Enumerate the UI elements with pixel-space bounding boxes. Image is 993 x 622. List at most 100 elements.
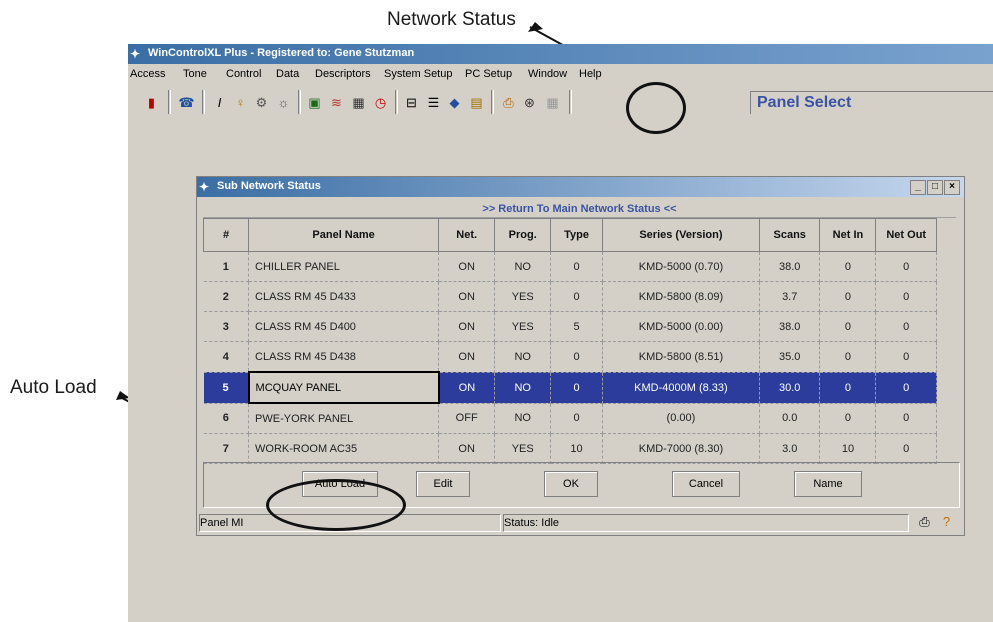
cancel-button[interactable]: Cancel: [672, 471, 740, 497]
menu-window[interactable]: Window: [528, 68, 567, 80]
panel-name: CHILLER PANEL: [248, 251, 440, 282]
table-row-selected[interactable]: 5 MCQUAY PANEL ON NO 0 KMD-4000M (8.33) …: [203, 371, 937, 404]
return-main-network-link[interactable]: >> Return To Main Network Status <<: [203, 201, 956, 218]
menu-control[interactable]: Control: [226, 68, 261, 80]
table-row[interactable]: 7 WORK-ROOM AC35 ON YES 10 KMD-7000 (8.3…: [203, 433, 937, 464]
net-out: 0: [875, 251, 937, 282]
dialog-title: Sub Network Status: [217, 180, 321, 192]
grid-icon[interactable]: ▦: [543, 93, 562, 112]
list-icon[interactable]: ☰: [424, 93, 443, 112]
sun-icon[interactable]: ☼: [274, 93, 293, 112]
net-out: 0: [875, 433, 937, 464]
net-status: ON: [438, 251, 496, 282]
net-in: 0: [819, 372, 877, 404]
col-series[interactable]: Series (Version): [601, 218, 761, 252]
row-number: 3: [203, 311, 250, 342]
auto-load-highlight: [266, 479, 406, 531]
network-status-highlight: [626, 82, 686, 134]
net-out: 0: [875, 341, 937, 373]
menu-system-setup[interactable]: System Setup: [384, 68, 452, 80]
col-type[interactable]: Type: [550, 218, 603, 252]
row-number: 6: [203, 403, 250, 434]
graph-icon[interactable]: ≋: [327, 93, 346, 112]
book-icon[interactable]: ▤: [467, 93, 486, 112]
panel-name: CLASS RM 45 D400: [248, 311, 440, 342]
net-status: ON: [438, 341, 496, 373]
menu-descriptors[interactable]: Descriptors: [315, 68, 371, 80]
table-row[interactable]: 2 CLASS RM 45 D433 ON YES 0 KMD-5800 (8.…: [203, 281, 937, 312]
calendar-icon[interactable]: ▦: [349, 93, 368, 112]
info-icon[interactable]: I: [210, 93, 229, 112]
col-net-out[interactable]: Net Out: [875, 218, 937, 252]
series-version: KMD-5800 (8.51): [602, 341, 761, 373]
net-out: 0: [875, 311, 937, 342]
col-number[interactable]: #: [202, 218, 250, 252]
panel-type: 0: [550, 403, 603, 434]
menu-tone[interactable]: Tone: [183, 68, 207, 80]
tree-icon[interactable]: ⊟: [402, 93, 421, 112]
table-row[interactable]: 4 CLASS RM 45 D438 ON NO 0 KMD-5800 (8.5…: [203, 341, 937, 373]
series-version: KMD-4000M (8.33): [602, 372, 761, 404]
help-icon[interactable]: ?: [937, 512, 956, 531]
row-number: 7: [203, 433, 250, 464]
prog-status: NO: [494, 341, 552, 373]
panel-select[interactable]: Panel Select: [750, 91, 993, 114]
menu-bar: Access Tone Control Data Descriptors Sys…: [128, 64, 993, 84]
tag-icon[interactable]: ◆: [445, 93, 464, 112]
dialog-icon: ✦: [199, 180, 210, 194]
print-icon[interactable]: ⎙: [915, 512, 934, 531]
clock-icon[interactable]: ◷: [371, 93, 390, 112]
col-prog[interactable]: Prog.: [494, 218, 552, 252]
menu-pc-setup[interactable]: PC Setup: [465, 68, 512, 80]
col-panel-name[interactable]: Panel Name: [248, 218, 440, 252]
table-row[interactable]: 1 CHILLER PANEL ON NO 0 KMD-5000 (0.70) …: [203, 251, 937, 282]
net-in: 0: [819, 341, 877, 373]
bulb-icon[interactable]: ♀: [231, 93, 250, 112]
network-status-icon[interactable]: ⊛: [520, 93, 539, 112]
close-button[interactable]: ×: [944, 180, 960, 195]
monitor-icon[interactable]: ▣: [305, 93, 324, 112]
panel-name[interactable]: MCQUAY PANEL: [247, 371, 440, 404]
net-in: 0: [819, 403, 877, 434]
edit-button[interactable]: Edit: [416, 471, 470, 497]
table-row[interactable]: 3 CLASS RM 45 D400 ON YES 5 KMD-5000 (0.…: [203, 311, 937, 342]
maximize-button[interactable]: □: [927, 180, 943, 195]
table-row[interactable]: 6 PWE-YORK PANEL OFF NO 0 (0.00) 0.0 0 0: [203, 403, 937, 434]
app-window: ✦ WinControlXL Plus - Registered to: Gen…: [128, 44, 993, 622]
series-version: (0.00): [602, 403, 761, 434]
col-net[interactable]: Net.: [438, 218, 496, 252]
row-number: 4: [203, 341, 250, 373]
exit-icon[interactable]: ▮: [142, 93, 161, 112]
table-header: # Panel Name Net. Prog. Type Series (Ver…: [202, 218, 937, 252]
panel-type: 5: [550, 311, 603, 342]
net-out: 0: [875, 403, 937, 434]
menu-help[interactable]: Help: [579, 68, 602, 80]
panel-name: CLASS RM 45 D433: [248, 281, 440, 312]
menu-data[interactable]: Data: [276, 68, 299, 80]
gear-icon[interactable]: ⚙: [252, 93, 271, 112]
net-in: 0: [819, 251, 877, 282]
ok-button[interactable]: OK: [544, 471, 598, 497]
net-status: ON: [438, 311, 496, 342]
col-scans[interactable]: Scans: [758, 218, 821, 252]
row-number: 1: [203, 251, 250, 282]
series-version: KMD-5000 (0.70): [602, 251, 761, 282]
panel-select-label: Panel Select: [757, 94, 852, 111]
menu-access[interactable]: Access: [130, 68, 165, 80]
panel-type: 0: [550, 251, 603, 282]
name-button[interactable]: Name: [794, 471, 862, 497]
net-status: ON: [438, 372, 496, 404]
minimize-button[interactable]: _: [910, 180, 926, 195]
panel-name: WORK-ROOM AC35: [248, 433, 440, 464]
scans: 35.0: [759, 341, 821, 373]
scans: 38.0: [759, 251, 821, 282]
toolbar: ▮ ☎ I ♀ ⚙ ☼ ▣ ≋ ▦ ◷ ⊟ ☰ ◆ ▤ ⎙ ⊛ ▦ Panel …: [128, 86, 993, 116]
prog-status: YES: [494, 311, 552, 342]
col-net-in[interactable]: Net In: [819, 218, 877, 252]
scans: 30.0: [759, 372, 821, 404]
network-table: # Panel Name Net. Prog. Type Series (Ver…: [202, 218, 937, 464]
phone-icon[interactable]: ☎: [177, 93, 196, 112]
row-number: 5: [203, 372, 250, 404]
printer-icon[interactable]: ⎙: [499, 93, 518, 112]
row-number: 2: [203, 281, 250, 312]
